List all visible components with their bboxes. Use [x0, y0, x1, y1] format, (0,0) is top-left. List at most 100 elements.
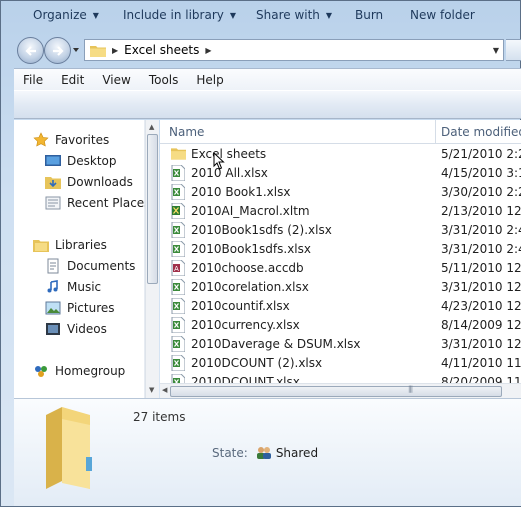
forward-button[interactable] — [44, 37, 71, 64]
excel-file-icon — [171, 278, 186, 296]
nav-videos[interactable]: Videos — [44, 321, 107, 337]
scrollbar-thumb[interactable] — [147, 134, 158, 284]
excel-file-icon — [171, 221, 186, 239]
file-date-modified: 8/20/2009 11: — [441, 375, 521, 383]
file-date-modified: 5/11/2010 12:0 — [441, 261, 521, 275]
scroll-down-icon[interactable]: ▼ — [149, 386, 154, 394]
file-row[interactable]: 2010DCOUNT (2).xlsx 4/11/2010 11:0 — [160, 354, 521, 373]
excel-file-icon — [171, 164, 186, 182]
command-bar — [14, 90, 521, 119]
file-name: 2010DCOUNT (2).xlsx — [191, 356, 323, 370]
file-name: 2010Book1sdfs (2).xlsx — [191, 223, 332, 237]
chevron-right-icon[interactable]: ▶ — [112, 46, 118, 55]
file-name: 2010corelation.xlsx — [191, 280, 309, 294]
shared-users-icon — [256, 447, 271, 459]
back-button[interactable] — [17, 37, 44, 64]
menu-file[interactable]: File — [14, 73, 52, 87]
file-name: 2010 All.xlsx — [191, 166, 268, 180]
nav-favorites[interactable]: Favorites — [32, 132, 109, 148]
column-header: Name Date modified — [160, 120, 521, 144]
downloads-folder-icon — [44, 174, 62, 190]
refresh-button[interactable] — [506, 39, 521, 61]
excel-file-icon — [171, 373, 186, 383]
file-date-modified: 4/15/2010 3:13 — [441, 166, 521, 180]
file-name: 2010AI_Macrol.xltm — [191, 204, 310, 218]
burn-label: Burn — [355, 8, 384, 22]
file-name: 2010Book1sdfs.xlsx — [191, 242, 311, 256]
menu-edit[interactable]: Edit — [52, 73, 93, 87]
excel-file-icon — [171, 240, 186, 258]
file-date-modified: 3/31/2010 2:43 — [441, 223, 521, 237]
folder-icon — [90, 45, 106, 57]
file-row[interactable]: A 2010choose.accdb 5/11/2010 12:0 — [160, 259, 521, 278]
organize-button[interactable]: Organize ▼ — [33, 8, 99, 22]
column-date-modified[interactable]: Date modified — [441, 125, 521, 139]
address-dropdown-icon[interactable]: ▼ — [493, 46, 499, 55]
file-row[interactable]: 2010AI_Macrol.xltm 2/13/2010 12:3 — [160, 202, 521, 221]
nav-desktop[interactable]: Desktop — [44, 153, 117, 169]
nav-favorites-label: Favorites — [55, 133, 110, 147]
file-date-modified: 4/23/2010 12:3 — [441, 299, 521, 313]
file-name: 2010DCOUNT.xlsx — [191, 375, 300, 383]
new-folder-button[interactable]: New folder — [410, 8, 475, 22]
nav-libraries[interactable]: Libraries — [32, 237, 107, 253]
file-row[interactable]: 2010DCOUNT.xlsx 8/20/2009 11: — [160, 373, 521, 383]
menu-view[interactable]: View — [93, 73, 139, 87]
chevron-down-icon: ▼ — [92, 10, 99, 20]
menu-help[interactable]: Help — [187, 73, 232, 87]
excel-file-icon — [171, 316, 186, 334]
nav-music-label: Music — [67, 280, 102, 294]
file-row[interactable]: 2010currency.xlsx 8/14/2009 12:3 — [160, 316, 521, 335]
excel-file-icon — [171, 335, 186, 353]
nav-recent-label: Recent Places — [67, 196, 151, 210]
nav-libraries-label: Libraries — [55, 238, 107, 252]
share-with-button[interactable]: Share with ▼ — [256, 8, 332, 22]
breadcrumb-excel-sheets[interactable]: Excel sheets — [124, 43, 199, 57]
file-list-horizontal-scrollbar[interactable]: ◀ ||| — [160, 383, 521, 398]
file-name: 2010 Book1.xlsx — [191, 185, 291, 199]
file-row[interactable]: 2010 Book1.xlsx 3/30/2010 2:27 — [160, 183, 521, 202]
file-name: Excel sheets — [191, 147, 267, 161]
nav-documents[interactable]: Documents — [44, 258, 135, 274]
file-name: 2010Daverage & DSUM.xlsx — [191, 337, 361, 351]
nav-pictures-label: Pictures — [67, 301, 115, 315]
navigation-pane: Favorites Desktop Downloads Recent Place… — [14, 120, 150, 398]
burn-button[interactable]: Burn — [355, 8, 383, 22]
nav-music[interactable]: Music — [44, 279, 101, 295]
excel-macro-file-icon — [171, 202, 186, 220]
recent-places-icon — [44, 195, 62, 211]
file-row[interactable]: 2010Book1sdfs (2).xlsx 3/31/2010 2:43 — [160, 221, 521, 240]
file-date-modified: 3/31/2010 12:3 — [441, 280, 521, 294]
file-row[interactable]: 2010Book1sdfs.xlsx 3/31/2010 2:43 — [160, 240, 521, 259]
address-bar[interactable]: ▶ Excel sheets ▶ ▼ — [84, 39, 504, 61]
column-divider[interactable] — [435, 120, 436, 144]
scroll-up-icon[interactable]: ▲ — [149, 123, 154, 131]
share-label: Share with — [256, 8, 320, 22]
access-file-icon: A — [171, 259, 186, 277]
scroll-left-icon[interactable]: ◀ — [162, 386, 167, 394]
item-count: 27 items — [133, 410, 186, 424]
recent-pages-dropdown[interactable] — [72, 46, 80, 54]
include-label: Include in library — [123, 8, 224, 22]
pictures-icon — [44, 300, 62, 316]
mouse-cursor-icon — [213, 152, 225, 170]
videos-icon — [44, 321, 62, 337]
include-in-library-button[interactable]: Include in library ▼ — [123, 8, 236, 22]
column-name[interactable]: Name — [169, 125, 204, 139]
menu-tools[interactable]: Tools — [140, 73, 188, 87]
file-row[interactable]: 2010corelation.xlsx 3/31/2010 12:3 — [160, 278, 521, 297]
hscrollbar-thumb[interactable] — [170, 386, 502, 397]
excel-file-icon — [171, 297, 186, 315]
menu-bar: File Edit View Tools Help — [14, 68, 521, 90]
nav-scrollbar[interactable]: ▲ ▼ — [145, 120, 159, 398]
chevron-down-icon: ▼ — [325, 10, 333, 20]
file-row[interactable]: 2010countif.xlsx 4/23/2010 12:3 — [160, 297, 521, 316]
nav-recent-places[interactable]: Recent Places — [44, 195, 150, 211]
chevron-right-icon[interactable]: ▶ — [205, 46, 211, 55]
excel-file-icon — [171, 183, 186, 201]
file-row[interactable]: 2010Daverage & DSUM.xlsx 3/31/2010 12:3 — [160, 335, 521, 354]
nav-downloads[interactable]: Downloads — [44, 174, 133, 190]
nav-homegroup[interactable]: Homegroup — [32, 363, 125, 379]
nav-pictures[interactable]: Pictures — [44, 300, 115, 316]
file-date-modified: 8/14/2009 12:3 — [441, 318, 521, 332]
